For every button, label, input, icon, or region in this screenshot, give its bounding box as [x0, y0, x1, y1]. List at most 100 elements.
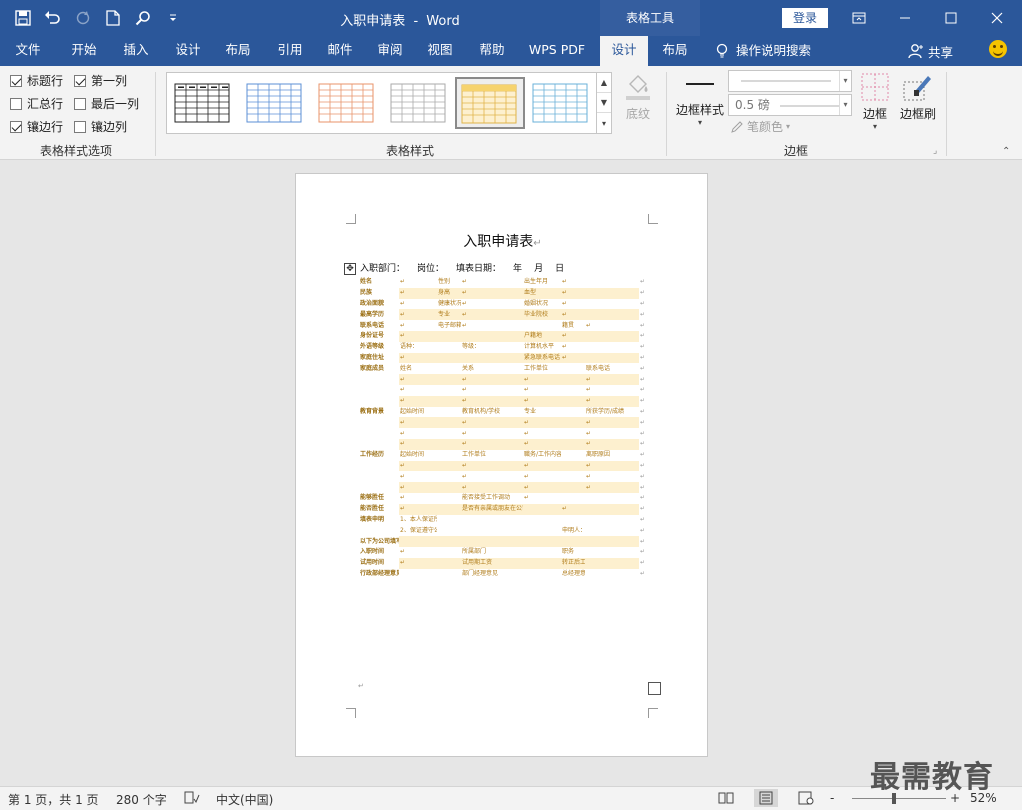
table-cell[interactable]: 户籍地: [523, 330, 561, 342]
table-cell[interactable]: [437, 557, 461, 569]
table-cell[interactable]: ↵: [585, 460, 639, 472]
table-cell[interactable]: ↵: [639, 449, 647, 461]
table-cell[interactable]: ↵: [523, 374, 561, 385]
table-cell[interactable]: [561, 407, 585, 418]
zoom-slider-track[interactable]: [852, 798, 946, 799]
pen-color-button[interactable]: 笔颜色 ▾: [730, 118, 790, 135]
table-cell[interactable]: ↵: [461, 460, 523, 472]
table-cell[interactable]: [359, 428, 399, 439]
table-cell[interactable]: [437, 515, 461, 526]
table-cell[interactable]: 性别: [437, 277, 461, 288]
table-cell[interactable]: ↵: [461, 417, 523, 429]
table-cell[interactable]: ↵: [585, 417, 639, 429]
table-cell[interactable]: [437, 395, 461, 407]
table-cell[interactable]: ↵: [639, 363, 647, 375]
borders-button[interactable]: 边框 ▾: [858, 72, 892, 131]
table-cell[interactable]: 职务: [561, 547, 585, 558]
table-cell[interactable]: ↵: [639, 320, 647, 331]
table-row[interactable]: 行政部经理意见： 部门经理意见 总经理意见 ↵: [359, 568, 647, 580]
table-cell[interactable]: ↵: [639, 428, 647, 439]
border-styles-button[interactable]: 边框样式 ▾: [672, 72, 728, 127]
table-cell[interactable]: ↵: [461, 287, 523, 299]
table-cell[interactable]: [585, 547, 639, 558]
table-cell[interactable]: ↵: [399, 493, 437, 504]
table-cell[interactable]: 職务/工作内容: [523, 450, 561, 461]
table-cell[interactable]: [585, 277, 639, 288]
table-cell[interactable]: ↵: [461, 438, 523, 450]
table-cell[interactable]: ↵: [639, 406, 647, 418]
table-cell[interactable]: ↵: [399, 385, 437, 396]
table-cell[interactable]: [561, 417, 585, 429]
table-cell[interactable]: 血型: [523, 287, 561, 299]
table-cell[interactable]: 起始时间: [399, 450, 437, 461]
table-cell[interactable]: [523, 525, 561, 536]
gallery-scroll-down-button[interactable]: ▼: [597, 93, 611, 113]
table-cell[interactable]: [359, 417, 399, 429]
table-cell[interactable]: [561, 438, 585, 450]
table-cell[interactable]: ↵: [561, 277, 585, 288]
table-cell[interactable]: ↵: [523, 417, 561, 429]
table-style-gold-selected[interactable]: [455, 77, 525, 129]
table-cell[interactable]: ↵: [561, 342, 585, 353]
table-row[interactable]: 以下为公司填写 ↵: [359, 536, 647, 547]
table-cell[interactable]: [561, 395, 585, 407]
table-cell[interactable]: [585, 515, 639, 526]
table-cell[interactable]: ↵: [523, 385, 561, 396]
web-layout-icon[interactable]: [798, 791, 814, 808]
tab-table-design[interactable]: 设计: [600, 36, 648, 66]
table-cell[interactable]: 姓名: [399, 363, 437, 374]
table-cell[interactable]: [585, 503, 639, 515]
table-cell[interactable]: [437, 569, 461, 580]
table-cell[interactable]: 行政部经理意见：: [359, 569, 399, 580]
table-cell[interactable]: 是否有亲属或朋友在公司（姓名）: [461, 503, 523, 515]
table-cell[interactable]: ↵: [585, 385, 639, 396]
table-cell[interactable]: ↵: [561, 503, 585, 515]
table-cell[interactable]: ↵: [639, 568, 647, 580]
table-cell[interactable]: 家庭住址: [359, 352, 399, 364]
table-cell[interactable]: [561, 363, 585, 374]
table-cell[interactable]: 填表申明: [359, 515, 399, 526]
table-cell[interactable]: ↵: [639, 330, 647, 342]
table-cell[interactable]: ↵: [561, 287, 585, 299]
table-cell[interactable]: ↵: [639, 492, 647, 504]
table-cell[interactable]: ↵: [399, 352, 437, 364]
table-cell[interactable]: 电子邮箱: [437, 320, 461, 331]
table-style-light-blue[interactable]: [531, 80, 591, 126]
borders-dialog-launcher-icon[interactable]: ⌟: [933, 146, 937, 156]
table-cell[interactable]: ↵: [399, 482, 437, 493]
table-cell[interactable]: ↵: [639, 277, 647, 288]
table-cell[interactable]: 能否胜任: [359, 503, 399, 515]
table-cell[interactable]: [359, 374, 399, 385]
table-cell[interactable]: ↵: [639, 503, 647, 515]
table-cell[interactable]: ↵: [585, 374, 639, 385]
table-cell[interactable]: 联系电话: [359, 320, 399, 331]
table-cell[interactable]: 试用期工资: [461, 557, 523, 569]
table-row[interactable]: 政治面貌 ↵ 健康状况 ↵ 婚姻状况 ↵ ↵: [359, 298, 647, 310]
table-cell[interactable]: ↵: [639, 417, 647, 429]
table-row[interactable]: 外语等级 语种： 等级： 计算机水平 ↵ ↵: [359, 341, 647, 353]
share-button[interactable]: 共享: [908, 36, 953, 66]
tab-design[interactable]: 设计: [166, 36, 210, 66]
table-cell[interactable]: [437, 363, 461, 374]
table-cell[interactable]: 教育机构/学校: [461, 407, 523, 418]
table-cell[interactable]: ↵: [585, 471, 639, 482]
table-cell[interactable]: 入职时间: [359, 547, 399, 558]
table-cell[interactable]: [523, 515, 561, 526]
table-cell[interactable]: ↵: [639, 298, 647, 310]
table-cell[interactable]: [523, 320, 561, 331]
word-count[interactable]: 280 个字: [116, 791, 167, 808]
table-cell[interactable]: ↵: [399, 547, 437, 558]
table-cell[interactable]: ↵: [523, 471, 561, 482]
table-cell[interactable]: [437, 503, 461, 515]
table-cell[interactable]: ↵: [399, 374, 437, 385]
table-cell[interactable]: ↵: [523, 482, 561, 493]
table-cell[interactable]: 紧急联系电话: [523, 352, 561, 364]
table-cell[interactable]: [561, 374, 585, 385]
tell-me-search[interactable]: 操作说明搜索: [716, 36, 811, 66]
checkbox-banded-rows-box[interactable]: [10, 120, 22, 133]
table-cell[interactable]: [399, 536, 437, 547]
table-cell[interactable]: [561, 536, 585, 547]
table-cell[interactable]: [461, 330, 523, 342]
table-cell[interactable]: ↵: [399, 277, 437, 288]
maximize-button[interactable]: [928, 0, 974, 36]
